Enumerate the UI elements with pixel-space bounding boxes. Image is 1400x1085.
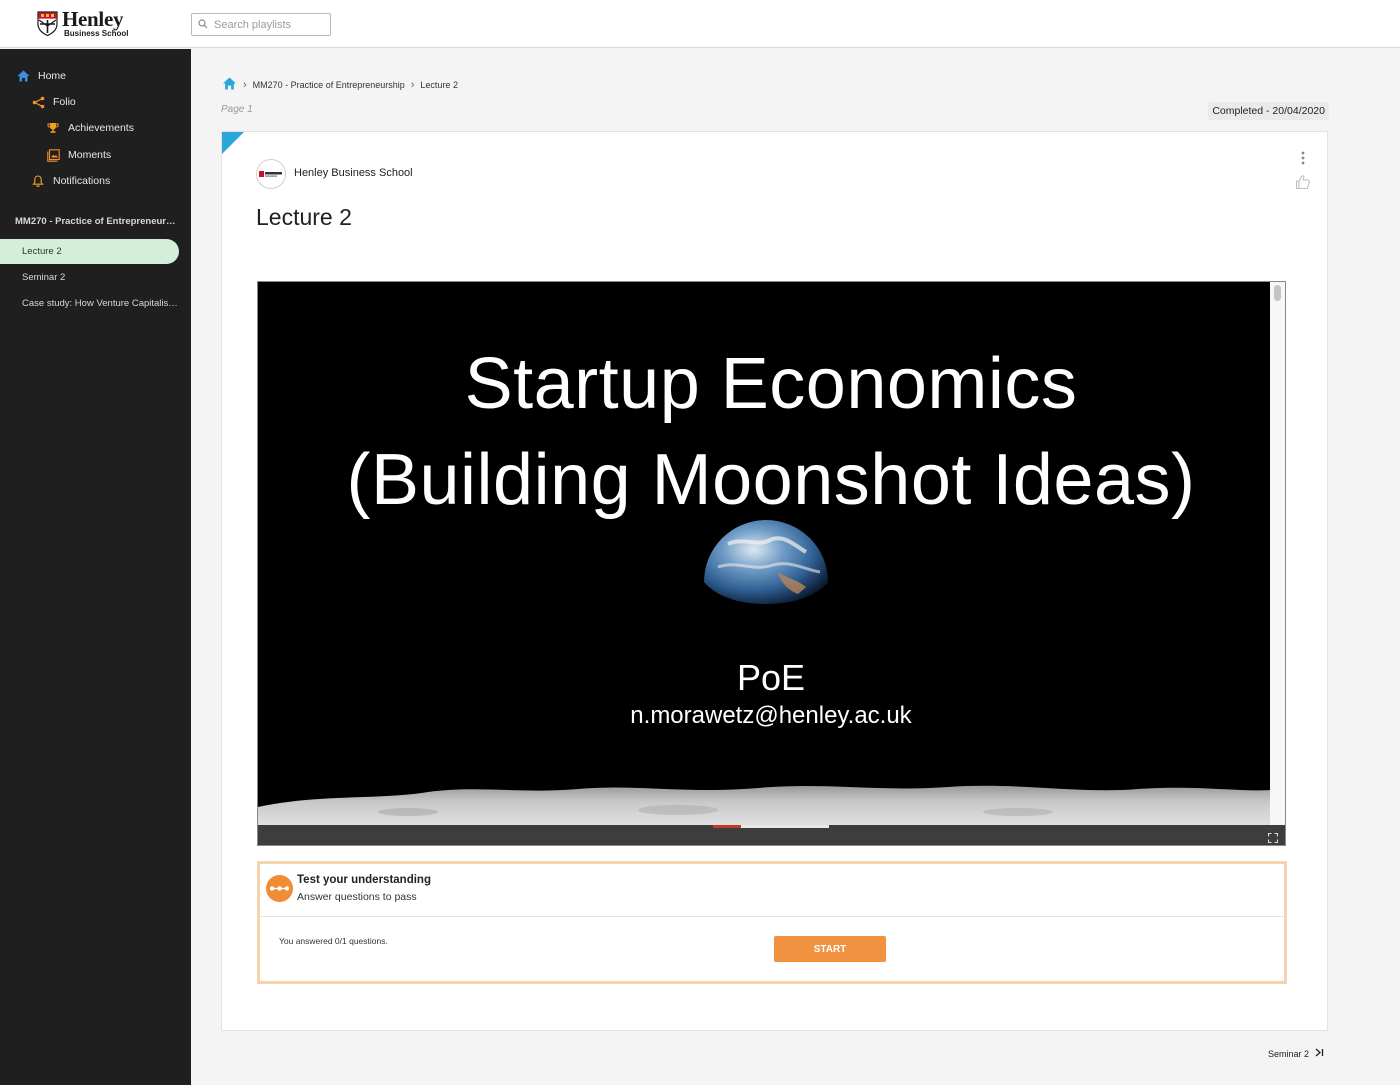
sidebar-item-achievements[interactable]: Achievements [46, 121, 134, 135]
slide-subtitle: PoE [736, 657, 806, 698]
sidebar-item-folio[interactable]: Folio [31, 95, 76, 109]
fullscreen-icon[interactable] [1267, 830, 1279, 845]
more-options-icon[interactable] [1299, 150, 1307, 166]
bell-icon [31, 174, 45, 188]
corner-flag-icon [222, 132, 244, 154]
lesson-lecture-2[interactable]: Lecture 2 [0, 239, 179, 264]
org-name[interactable]: Henley Business School [294, 167, 413, 179]
divider [260, 916, 1284, 917]
video-controls [258, 825, 1285, 845]
lesson-seminar-2[interactable]: Seminar 2 [0, 265, 179, 290]
sidebar-item-label: Achievements [68, 122, 134, 134]
earth-image [704, 520, 828, 604]
sidebar-item-label: Moments [68, 149, 112, 161]
home-icon[interactable] [222, 77, 237, 92]
search-box[interactable] [191, 13, 331, 36]
breadcrumb-current: Lecture 2 [420, 79, 458, 90]
progress-bar[interactable] [713, 825, 829, 828]
thumbs-up-icon[interactable] [1295, 174, 1313, 192]
completion-badge: Completed - 20/04/2020 [1208, 102, 1329, 120]
slide-title-line-2: (Building Moonshot Ideas) [346, 440, 1196, 520]
search-icon [198, 16, 208, 34]
sidebar-item-moments[interactable]: Moments [46, 148, 111, 162]
slide-title: Startup Economics (Building Moonshot Ide… [258, 336, 1284, 528]
crest-icon [37, 11, 58, 37]
top-bar: Henley Business School [0, 0, 1400, 48]
next-item-label: Seminar 2 [1267, 1048, 1309, 1059]
logo-wordmark: Henley [62, 7, 124, 31]
slide-scrollbar[interactable] [1270, 282, 1285, 827]
page-label: Page 1 [221, 104, 253, 115]
quiz-status: You answered 0/1 questions. [279, 936, 388, 946]
sidebar-item-label: Notifications [53, 175, 111, 187]
slide-email: n.morawetz@henley.ac.uk [630, 702, 912, 729]
scrollbar-thumb[interactable] [1274, 285, 1281, 301]
chevron-right-icon: › [243, 78, 247, 91]
slide-frame[interactable]: Startup Economics (Building Moonshot Ide… [258, 282, 1271, 827]
quiz-icon [266, 875, 293, 902]
quiz-panel: Test your understanding Answer questions… [257, 861, 1287, 984]
next-item-link[interactable]: Seminar 2 [1268, 1048, 1324, 1059]
breadcrumb: › MM270 - Practice of Entrepreneurship ›… [222, 77, 458, 92]
sidebar-item-home[interactable]: Home [16, 69, 66, 83]
sidebar: Home Folio Achievements Moments Notifica… [0, 49, 191, 1085]
lunar-surface-image [258, 785, 1271, 827]
start-button[interactable]: START [774, 936, 886, 962]
skip-next-icon [1315, 1048, 1324, 1059]
slide-title-line-1: Startup Economics [464, 344, 1078, 424]
share-icon [31, 95, 45, 109]
course-title[interactable]: MM270 - Practice of Entrepreneurship [15, 216, 180, 227]
lecture-card: Henley Business School Lecture 2 Startup… [221, 131, 1328, 1031]
quiz-title: Test your understanding [297, 874, 431, 886]
search-input[interactable] [214, 18, 324, 31]
logo-subtitle: Business School [64, 29, 129, 38]
trophy-icon [46, 121, 60, 135]
progress-bar-fill [713, 825, 741, 828]
breadcrumb-course[interactable]: MM270 - Practice of Entrepreneurship [253, 80, 405, 90]
lesson-case-study[interactable]: Case study: How Venture Capitalists Make… [0, 291, 179, 316]
home-icon [16, 69, 30, 83]
quiz-subtitle: Answer questions to pass [297, 891, 417, 903]
henley-logo[interactable]: Henley Business School [37, 9, 128, 38]
lecture-title: Lecture 2 [256, 204, 352, 230]
sidebar-item-notifications[interactable]: Notifications [31, 174, 110, 188]
video-player[interactable]: Startup Economics (Building Moonshot Ide… [257, 281, 1286, 846]
gallery-icon [46, 148, 60, 162]
org-avatar[interactable] [256, 159, 286, 189]
sidebar-item-label: Home [38, 70, 67, 82]
chevron-right-icon: › [410, 78, 415, 91]
sidebar-item-label: Folio [53, 96, 76, 108]
